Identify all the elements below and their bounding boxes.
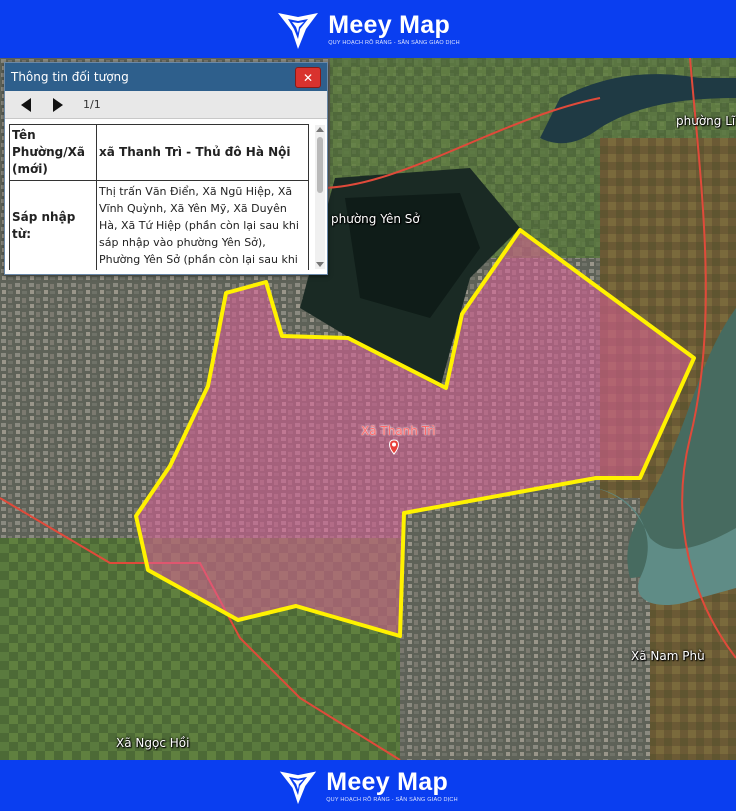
bottom-banner: Meey Map QUY HOẠCH RÕ RÀNG - SẴN SÀNG GI… — [0, 760, 736, 811]
info-table: Tên Phường/Xã (mới) xã Thanh Trì - Thủ đ… — [9, 124, 309, 270]
close-icon: ✕ — [302, 70, 314, 85]
meey-logo-icon — [278, 13, 319, 49]
scroll-down-icon[interactable] — [316, 262, 324, 267]
brand-logo-bottom[interactable]: Meey Map QUY HOẠCH RÕ RÀNG - SẴN SÀNG GI… — [278, 766, 458, 806]
table-row: Sáp nhập từ: Thị trấn Văn Điển, Xã Ngũ H… — [9, 180, 309, 270]
scroll-up-icon[interactable] — [316, 127, 324, 132]
panel-pager: 1/1 — [5, 91, 327, 119]
panel-body[interactable]: Tên Phường/Xã (mới) xã Thanh Trì - Thủ đ… — [9, 124, 309, 270]
prev-button[interactable] — [19, 97, 33, 113]
scroll-thumb[interactable] — [317, 137, 323, 193]
row-key: Tên Phường/Xã (mới) — [9, 124, 97, 181]
top-banner: Meey Map QUY HOẠCH RÕ RÀNG - SẴN SÀNG GI… — [0, 0, 736, 58]
map-label-linh-nam: phường Lĩ — [676, 114, 736, 128]
meey-logo-icon — [280, 770, 317, 804]
panel-scrollbar[interactable] — [315, 125, 325, 269]
pager-count: 1/1 — [83, 98, 101, 111]
brand-name: Meey Map — [328, 11, 451, 39]
table-row: Tên Phường/Xã (mới) xã Thanh Trì - Thủ đ… — [9, 124, 309, 181]
arrow-right-icon — [53, 97, 63, 112]
row-value: xã Thanh Trì - Thủ đô Hà Nội — [96, 124, 309, 181]
panel-header[interactable]: Thông tin đối tượng ✕ — [5, 63, 327, 91]
brand-logo[interactable]: Meey Map QUY HOẠCH RÕ RÀNG - SẴN SÀNG GI… — [276, 7, 460, 51]
close-button[interactable]: ✕ — [295, 67, 321, 88]
feature-info-panel[interactable]: Thông tin đối tượng ✕ 1/1 Tên Phường/Xã … — [4, 62, 328, 275]
map-label-ngoc-hoi: Xã Ngọc Hồi — [116, 736, 190, 750]
next-button[interactable] — [51, 97, 65, 113]
row-key: Sáp nhập từ: — [9, 180, 97, 270]
row-value: Thị trấn Văn Điển, Xã Ngũ Hiệp, Xã Vĩnh … — [96, 180, 309, 270]
map-label-yen-so: phường Yên Sở — [331, 212, 420, 226]
brand-tagline: QUY HOẠCH RÕ RÀNG - SẴN SÀNG GIAO DỊCH — [326, 796, 458, 803]
panel-title: Thông tin đối tượng — [11, 70, 129, 84]
brand-name: Meey Map — [326, 767, 449, 796]
arrow-left-icon — [21, 97, 31, 112]
map-label-nam-phu: Xã Nam Phù — [631, 649, 705, 663]
brand-tagline: QUY HOẠCH RÕ RÀNG - SẴN SÀNG GIAO DỊCH — [328, 40, 460, 46]
pin-label: Xã Thanh Trì — [361, 424, 436, 438]
